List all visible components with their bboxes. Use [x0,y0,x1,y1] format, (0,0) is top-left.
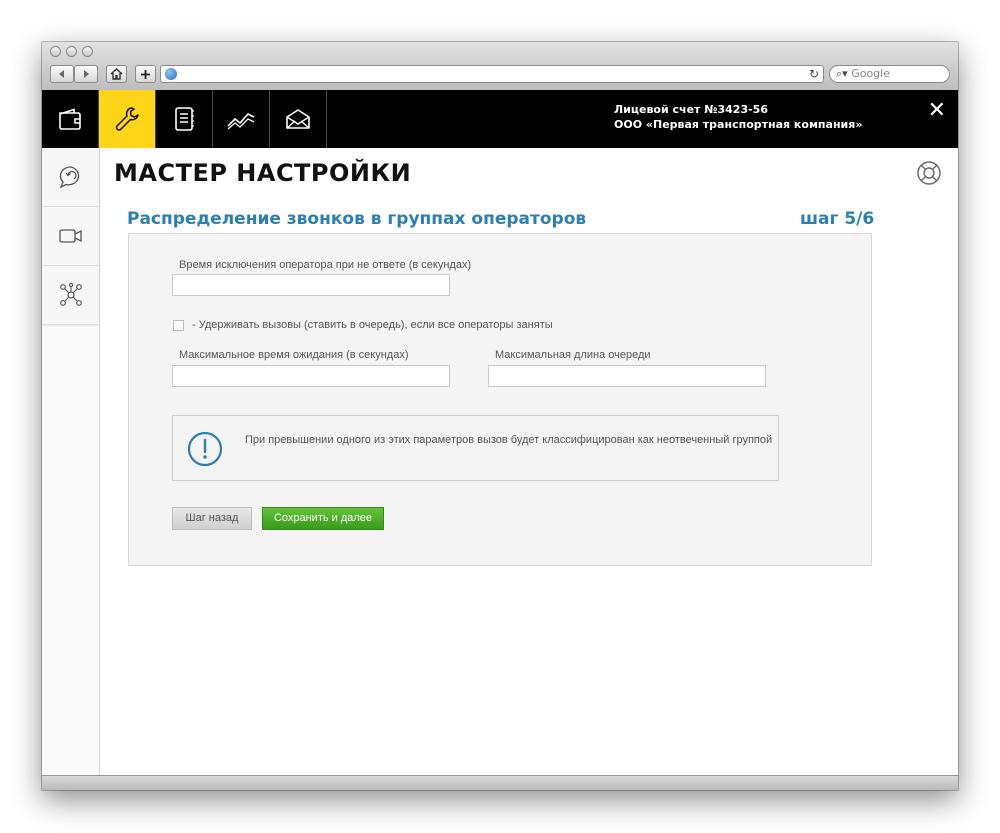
status-bar [42,775,958,790]
sidebar-item-integrations[interactable] [42,266,99,325]
chat-callback-icon [59,166,79,189]
hold-calls-checkbox[interactable] [173,320,184,331]
new-tab-button[interactable] [135,65,156,83]
wallet-icon [59,108,81,130]
close-window-button[interactable] [50,46,61,57]
back-button[interactable] [50,65,74,83]
max-wait-label: Максимальное время ожидания (в секундах) [179,349,409,361]
globe-icon [165,68,177,80]
address-bar[interactable]: ↻ [160,65,824,83]
page-title: МАСТЕР НАСТРОЙКИ [114,159,412,187]
section-title: Распределение звонков в группах оператор… [127,209,587,229]
close-icon[interactable]: ✕ [928,100,946,122]
nav-notes[interactable] [156,90,213,148]
plus-icon [141,69,150,79]
settings-panel: Время исключения оператора при не ответе… [128,233,872,566]
save-next-button[interactable]: Сохранить и далее [262,507,384,530]
nav-settings[interactable] [99,90,156,148]
exclusion-time-input[interactable] [172,274,450,296]
home-icon [110,68,123,80]
exclamation-icon [187,431,223,467]
minimize-window-button[interactable] [66,46,77,57]
hold-calls-label: - Удерживать вызовы (ставить в очередь),… [192,319,553,331]
nav-wallet[interactable] [42,90,99,148]
account-info: Лицевой счет №3423-56 ООО «Первая трансп… [614,102,862,132]
envelope-icon [286,109,310,129]
chart-icon [227,113,255,130]
wrench-icon [115,107,139,131]
sidebar-item-callback[interactable] [42,148,99,207]
forward-arrow-icon [84,70,89,78]
video-camera-icon [58,229,82,243]
exclusion-time-label: Время исключения оператора при не ответе… [179,259,472,271]
company-name: ООО «Первая транспортная компания» [614,118,863,131]
max-queue-input[interactable] [488,365,766,387]
lifebuoy-icon[interactable] [916,160,942,190]
forward-button[interactable] [74,65,98,83]
info-text: При превышении одного из этих параметров… [245,434,773,446]
search-placeholder: Google [851,67,890,80]
notepad-icon [175,107,194,131]
back-step-button[interactable]: Шаг назад [172,507,252,530]
nav-messages[interactable] [270,90,327,148]
home-button[interactable] [106,65,127,83]
back-arrow-icon [59,70,64,78]
sidebar [42,148,100,775]
max-wait-input[interactable] [172,365,450,387]
reload-icon[interactable]: ↻ [809,66,819,82]
browser-toolbar: ↻ ⌕▾ Google [42,42,958,91]
sidebar-item-video[interactable] [42,207,99,266]
info-box: При превышении одного из этих параметров… [172,415,779,481]
search-field[interactable]: ⌕▾ Google [829,65,950,83]
nav-statistics[interactable] [213,90,270,148]
network-icon [59,282,82,306]
account-number: Лицевой счет №3423-56 [614,103,768,116]
browser-window: ↻ ⌕▾ Google Лицевой счет №3423-56 ООО «П… [42,42,958,790]
app-header: Лицевой счет №3423-56 ООО «Первая трансп… [42,90,958,148]
max-queue-label: Максимальная длина очереди [495,349,651,361]
step-indicator: шаг 5/6 [800,209,875,229]
zoom-window-button[interactable] [82,46,93,57]
search-icon: ⌕▾ [836,67,848,80]
